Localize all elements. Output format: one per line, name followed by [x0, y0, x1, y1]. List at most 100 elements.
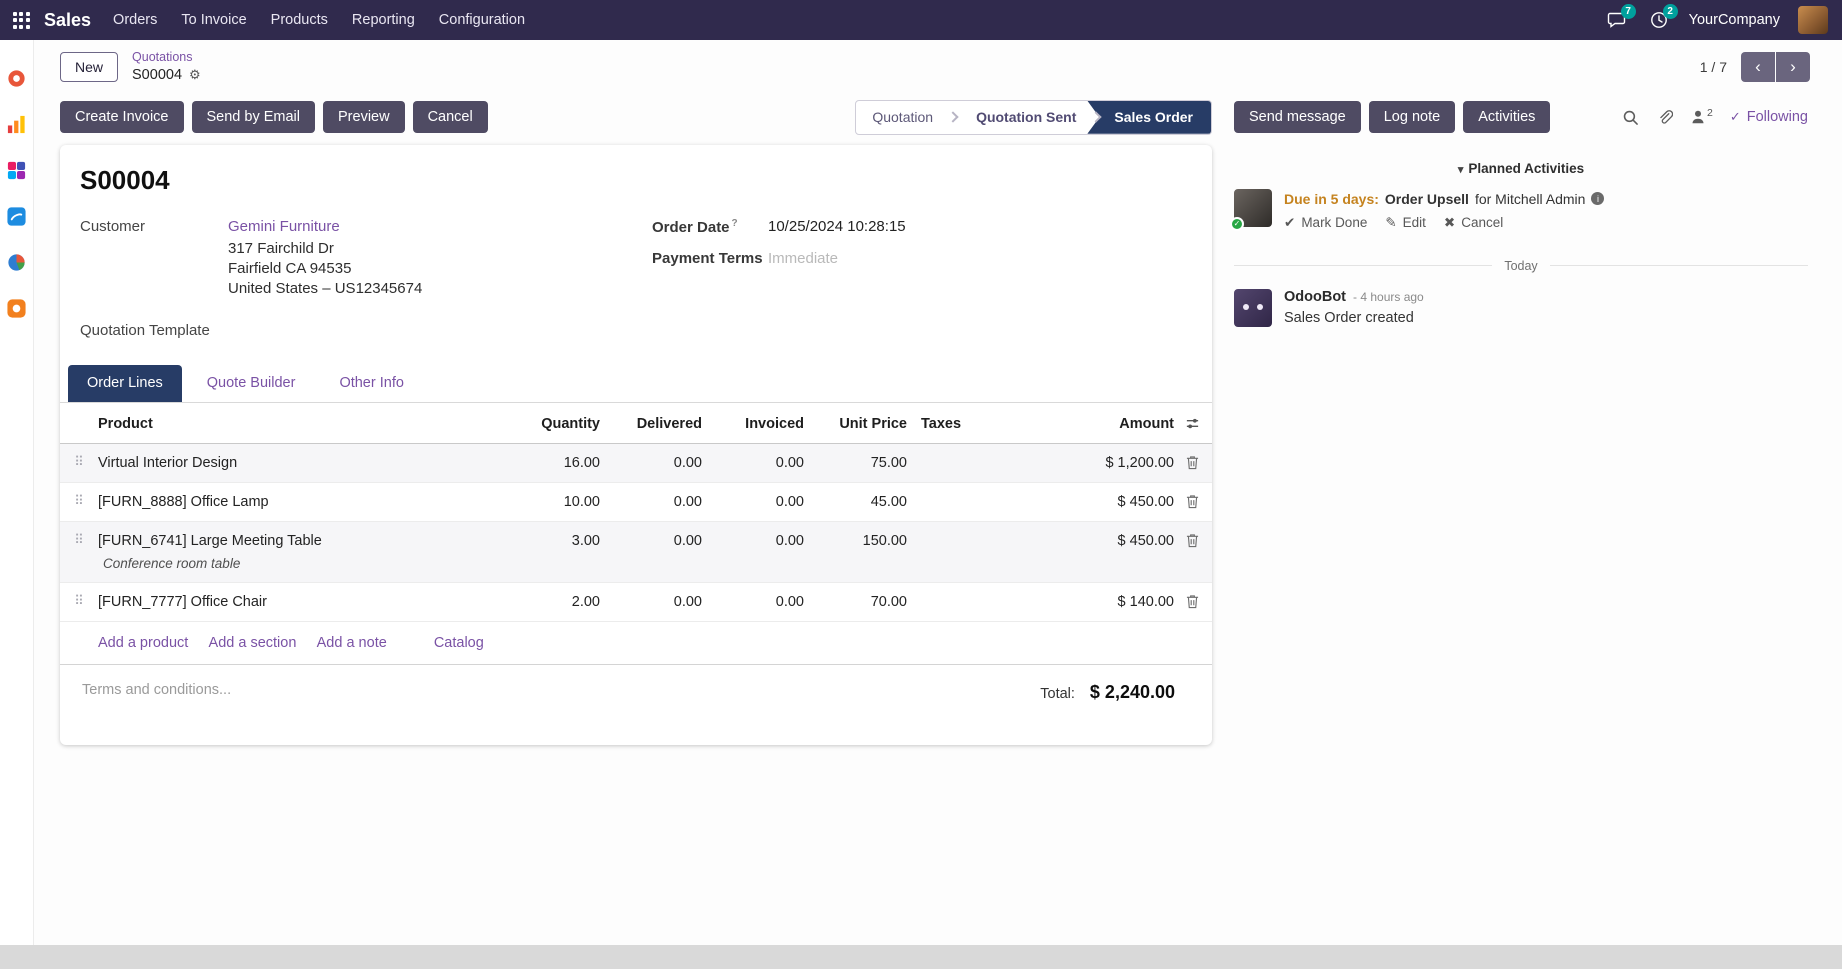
sidebar-app-icon-dashboard[interactable]	[6, 160, 27, 181]
sidebar-app-icon-pie[interactable]	[6, 252, 27, 273]
user-avatar[interactable]	[1798, 6, 1828, 34]
status-step-sales-order[interactable]: Sales Order	[1087, 101, 1211, 134]
address-line-2: Fairfield CA 94535	[228, 259, 652, 279]
activities-button[interactable]: Activities	[1463, 101, 1550, 133]
address-line-3: United States – US12345674	[228, 279, 652, 299]
info-icon[interactable]: i	[1591, 192, 1604, 205]
help-icon: ?	[732, 218, 738, 229]
quantity-cell[interactable]: 16.00	[500, 455, 600, 471]
add-section-link[interactable]: Add a section	[209, 635, 297, 651]
log-note-button[interactable]: Log note	[1369, 101, 1455, 133]
preview-button[interactable]: Preview	[323, 101, 405, 133]
app-brand[interactable]: Sales	[44, 10, 91, 31]
nav-item-products[interactable]: Products	[271, 12, 328, 28]
send-message-button[interactable]: Send message	[1234, 101, 1361, 133]
nav-item-reporting[interactable]: Reporting	[352, 12, 415, 28]
invoiced-cell[interactable]: 0.00	[702, 494, 804, 510]
planned-activities-header[interactable]: ▾Planned Activities	[1234, 161, 1808, 176]
company-name[interactable]: YourCompany	[1689, 12, 1780, 28]
delivered-cell[interactable]: 0.00	[600, 533, 702, 549]
product-cell[interactable]: [FURN_6741] Large Meeting Table Conferen…	[98, 533, 500, 571]
product-cell[interactable]: Virtual Interior Design	[98, 455, 500, 471]
nav-item-orders[interactable]: Orders	[113, 12, 157, 28]
delete-line-icon[interactable]	[1174, 533, 1211, 548]
delete-line-icon[interactable]	[1174, 455, 1211, 470]
product-cell[interactable]: [FURN_7777] Office Chair	[98, 594, 500, 610]
delete-line-icon[interactable]	[1174, 494, 1211, 509]
drag-handle-icon[interactable]: ⠿	[60, 533, 98, 546]
activities-icon[interactable]: 2	[1647, 8, 1671, 32]
sidebar-app-icon-chart[interactable]	[6, 114, 27, 135]
unit-price-cell[interactable]: 150.00	[804, 533, 907, 549]
edit-activity-button[interactable]: ✎ Edit	[1385, 215, 1426, 231]
drag-handle-icon[interactable]: ⠿	[60, 594, 98, 607]
quantity-cell[interactable]: 3.00	[500, 533, 600, 549]
order-lines-body: ⠿ Virtual Interior Design 16.00 0.00 0.0…	[60, 444, 1212, 622]
actions-gear-icon[interactable]: ⚙	[189, 67, 201, 83]
activity-due-text: Due in 5 days:	[1284, 191, 1379, 207]
invoiced-cell[interactable]: 0.00	[702, 533, 804, 549]
send-by-email-button[interactable]: Send by Email	[192, 101, 316, 133]
pager-previous-button[interactable]: ‹	[1741, 52, 1775, 82]
attachments-icon[interactable]	[1656, 109, 1673, 126]
quotation-form-sheet: S00004 Customer Gemini Furniture 317 Fai…	[60, 145, 1212, 745]
order-date-value[interactable]: 10/25/2024 10:28:15	[768, 218, 906, 236]
customer-link[interactable]: Gemini Furniture	[228, 218, 340, 235]
customer-address: 317 Fairchild Dr Fairfield CA 94535 Unit…	[228, 239, 652, 300]
date-divider: Today	[1234, 259, 1808, 273]
cancel-button[interactable]: Cancel	[413, 101, 488, 133]
activities-badge: 2	[1663, 4, 1678, 19]
following-label: Following	[1747, 109, 1808, 125]
quantity-cell[interactable]: 2.00	[500, 594, 600, 610]
invoiced-cell[interactable]: 0.00	[702, 455, 804, 471]
unit-price-cell[interactable]: 75.00	[804, 455, 907, 471]
payment-terms-value[interactable]: Immediate	[768, 250, 838, 267]
sidebar-app-icon-discuss[interactable]	[6, 68, 27, 89]
pager-next-button[interactable]: ›	[1776, 52, 1810, 82]
column-options-icon[interactable]	[1174, 416, 1211, 431]
search-messages-icon[interactable]	[1622, 109, 1639, 126]
record-pager[interactable]: 1 / 7	[1700, 59, 1727, 75]
statusbar: Quotation Quotation Sent Sales Order	[855, 100, 1212, 135]
unit-price-cell[interactable]: 70.00	[804, 594, 907, 610]
add-note-link[interactable]: Add a note	[317, 635, 387, 651]
quantity-cell[interactable]: 10.00	[500, 494, 600, 510]
breadcrumb-quotations[interactable]: Quotations	[132, 50, 201, 66]
following-toggle[interactable]: ✓ Following	[1730, 109, 1808, 125]
drag-handle-icon[interactable]: ⠿	[60, 494, 98, 507]
add-product-link[interactable]: Add a product	[98, 635, 188, 651]
status-step-quotation[interactable]: Quotation	[856, 101, 949, 134]
delivered-cell[interactable]: 0.00	[600, 594, 702, 610]
drag-handle-icon[interactable]: ⠿	[60, 455, 98, 468]
sidebar-app-icon-sales[interactable]	[6, 206, 27, 227]
caret-down-icon: ▾	[1458, 164, 1464, 176]
cancel-activity-button[interactable]: ✖ Cancel	[1444, 215, 1503, 231]
nav-item-configuration[interactable]: Configuration	[439, 12, 525, 28]
amount-cell: $ 140.00	[1034, 594, 1174, 610]
delivered-cell[interactable]: 0.00	[600, 455, 702, 471]
tab-order-lines[interactable]: Order Lines	[68, 365, 182, 402]
main-content: New Quotations S00004 ⚙ 1 / 7 ‹ ›	[34, 40, 1842, 945]
sidebar-app-icon-settings[interactable]	[6, 298, 27, 319]
delete-line-icon[interactable]	[1174, 594, 1211, 609]
mark-done-button[interactable]: ✔ Mark Done	[1284, 215, 1367, 231]
top-navbar: Sales Orders To Invoice Products Reporti…	[0, 0, 1842, 40]
product-description[interactable]: Conference room table	[103, 556, 490, 571]
message-body: Sales Order created	[1284, 310, 1424, 326]
apps-menu-icon[interactable]	[8, 7, 34, 33]
create-invoice-button[interactable]: Create Invoice	[60, 101, 184, 133]
followers-icon[interactable]: 2	[1690, 109, 1713, 125]
tab-quote-builder[interactable]: Quote Builder	[188, 365, 315, 402]
nav-item-to-invoice[interactable]: To Invoice	[181, 12, 246, 28]
messages-icon[interactable]: 7	[1605, 8, 1629, 32]
status-step-quotation-sent[interactable]: Quotation Sent	[960, 101, 1092, 134]
tab-other-info[interactable]: Other Info	[320, 365, 422, 402]
pencil-icon: ✎	[1385, 215, 1396, 231]
terms-placeholder[interactable]: Terms and conditions...	[82, 682, 231, 698]
product-cell[interactable]: [FURN_8888] Office Lamp	[98, 494, 500, 510]
invoiced-cell[interactable]: 0.00	[702, 594, 804, 610]
delivered-cell[interactable]: 0.00	[600, 494, 702, 510]
unit-price-cell[interactable]: 45.00	[804, 494, 907, 510]
new-button[interactable]: New	[60, 52, 118, 82]
catalog-link[interactable]: Catalog	[434, 635, 484, 651]
